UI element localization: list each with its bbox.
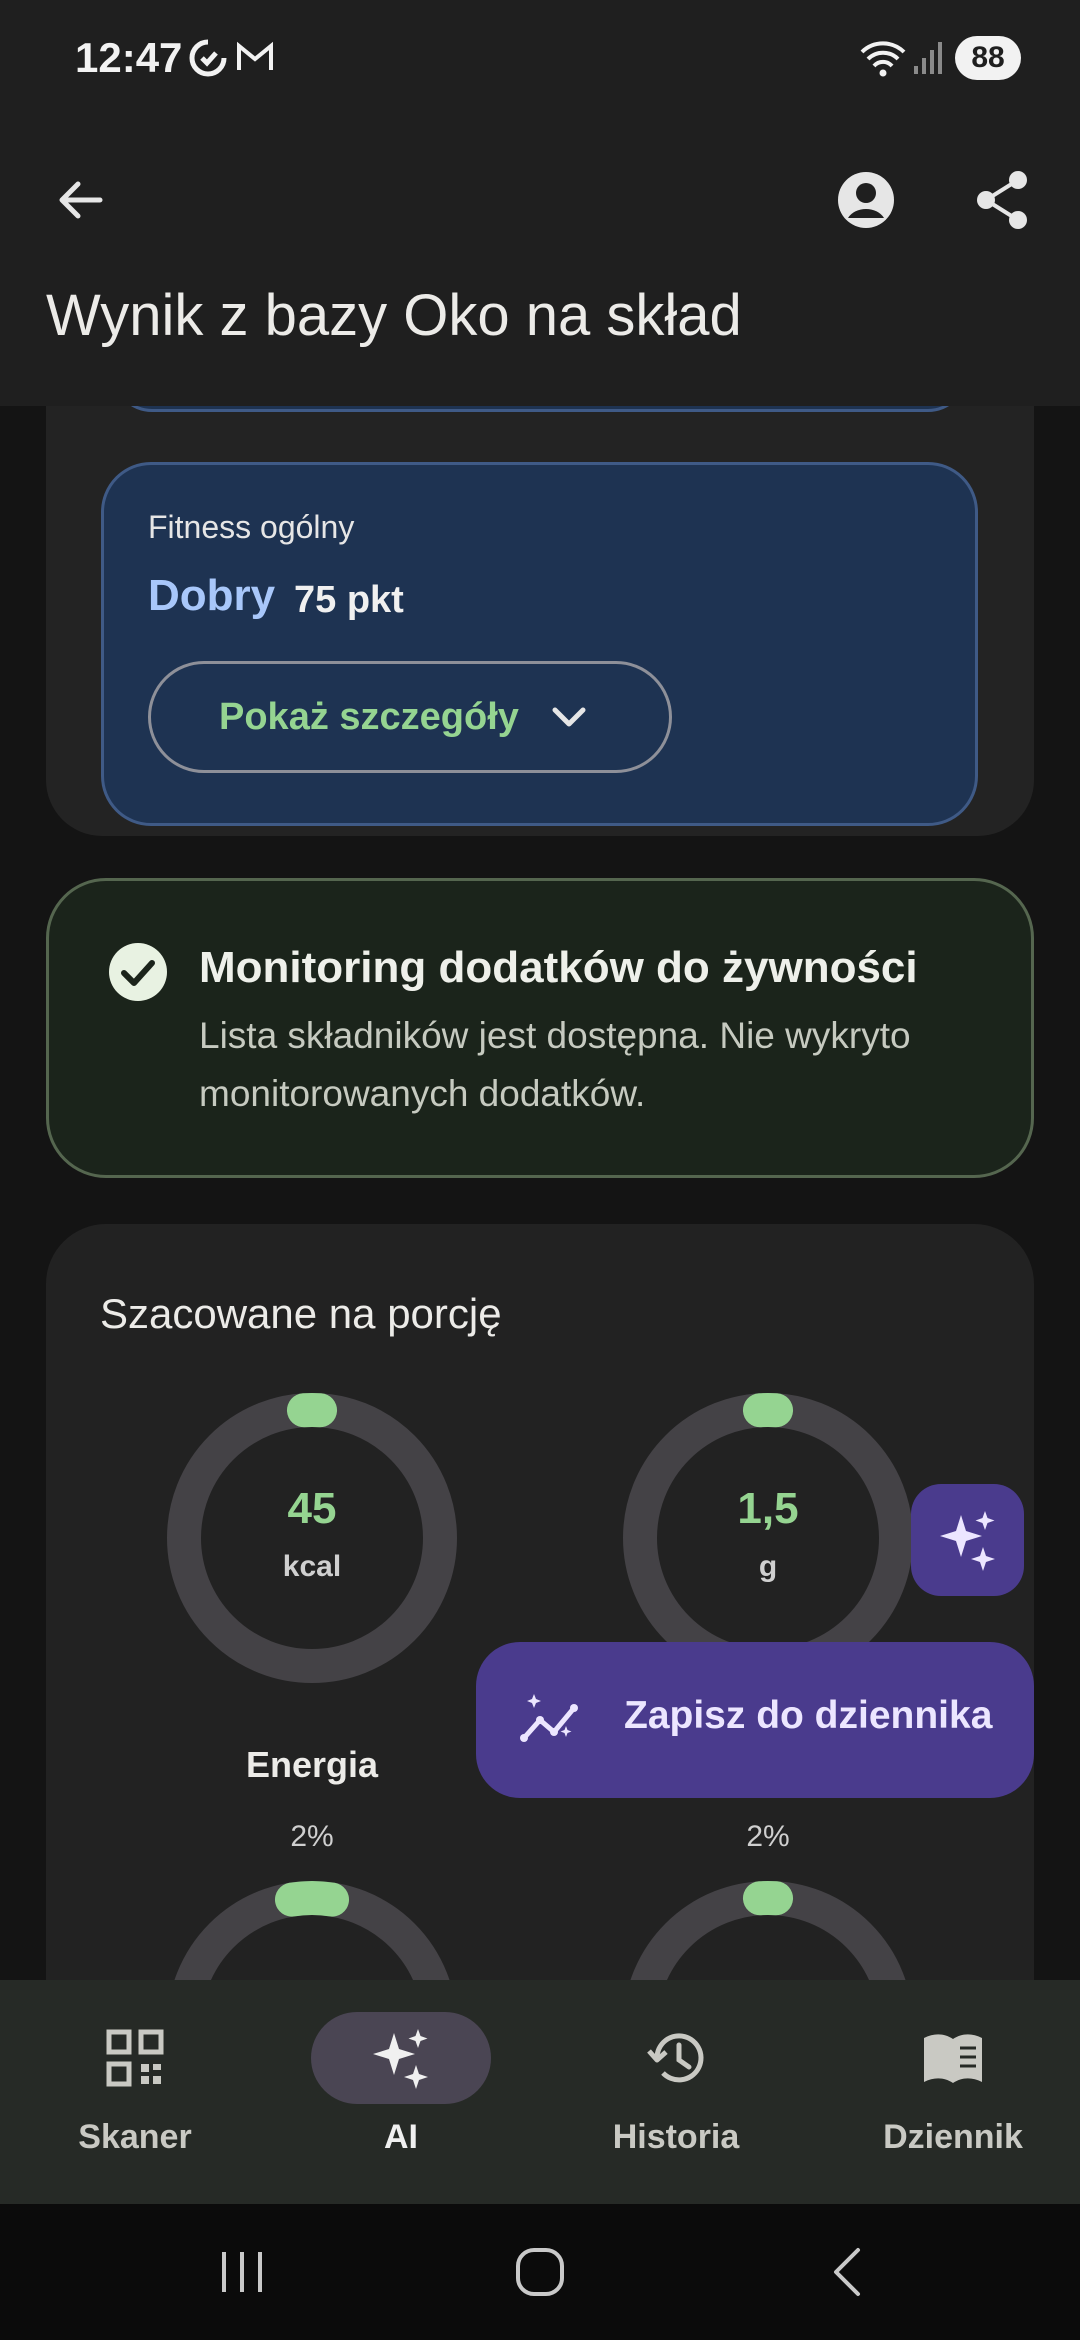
- energy-percent: 2%: [290, 1820, 334, 1853]
- sparkles-icon: [939, 1511, 995, 1571]
- gmail-icon: [236, 38, 274, 81]
- fitness-title: Fitness ogólny: [148, 509, 355, 545]
- back-button[interactable]: [30, 150, 130, 250]
- battery-indicator: 88: [955, 36, 1021, 80]
- bottom-navigation: Skaner AI Historia Dziennik: [0, 1980, 1080, 2204]
- energy-label: Energia: [245, 1744, 379, 1785]
- account-button[interactable]: [816, 150, 916, 250]
- energy-unit: kcal: [282, 1550, 342, 1583]
- nutrient-value: 1,5: [737, 1484, 799, 1533]
- nav-item-ai[interactable]: AI: [266, 1980, 536, 2204]
- back-nav-icon[interactable]: [820, 2244, 876, 2300]
- page-title: Wynik z bazy Oko na skład: [46, 283, 742, 348]
- energy-value: 45: [287, 1484, 337, 1533]
- share-button[interactable]: [952, 150, 1052, 250]
- share-icon: [977, 171, 1027, 229]
- book-icon: [924, 2034, 982, 2083]
- save-to-journal-button[interactable]: Zapisz do dziennika: [476, 1642, 1034, 1798]
- status-bar: 12:47 88: [0, 0, 1080, 120]
- fitness-score-card: Fitness ogólny Dobry 75 pkt Pokaż szczeg…: [101, 462, 978, 826]
- sparkles-icon: [373, 2029, 428, 2089]
- qr-scan-icon: [106, 2029, 164, 2087]
- energy-gauge: 45 kcal: [162, 1388, 462, 1688]
- score-section-card: Fitness ogólny Dobry 75 pkt Pokaż szczeg…: [46, 406, 1034, 836]
- gauge-fill-arc: [274, 1881, 350, 1917]
- ai-assist-button[interactable]: [911, 1484, 1024, 1596]
- nav-item-dziennik[interactable]: Dziennik: [818, 1980, 1080, 2204]
- nutrient-unit: g: [758, 1550, 778, 1583]
- fourth-gauge: [618, 1876, 918, 1980]
- status-time: 12:47: [75, 34, 183, 81]
- account-circle-icon: [838, 172, 894, 228]
- portion-title: Szacowane na porcję: [100, 1290, 502, 1337]
- recent-apps-icon[interactable]: [214, 2244, 270, 2300]
- nav-label-ai: AI: [384, 2118, 418, 2156]
- save-to-journal-label: Zapisz do dziennika: [624, 1694, 993, 1737]
- nav-label-historia: Historia: [612, 2118, 740, 2156]
- third-gauge: [162, 1876, 462, 1980]
- monitor-text: Lista składników jest dostępna. Nie wykr…: [199, 1015, 911, 1114]
- system-navigation-bar: [0, 2204, 1080, 2340]
- nutrient-percent: 2%: [746, 1820, 790, 1853]
- nav-item-skaner[interactable]: Skaner: [0, 1980, 270, 2204]
- arrow-back-icon: [59, 181, 103, 219]
- home-icon[interactable]: [512, 2244, 568, 2300]
- nav-label-dziennik: Dziennik: [883, 2118, 1023, 2156]
- show-details-button[interactable]: Pokaż szczegóły: [148, 661, 672, 773]
- nav-item-historia[interactable]: Historia: [541, 1980, 811, 2204]
- app-bar: Wynik z bazy Oko na skład: [0, 120, 1080, 406]
- wifi-icon: [858, 38, 908, 83]
- insights-icon: [520, 1694, 578, 1742]
- show-details-label: Pokaż szczegóły: [219, 695, 519, 738]
- history-icon: [647, 2033, 704, 2083]
- previous-score-card: [112, 406, 968, 412]
- check-circle-icon: [109, 943, 167, 1001]
- fitness-grade: Dobry: [148, 571, 276, 620]
- additives-monitor-card: Monitoring dodatków do żywności Lista sk…: [46, 878, 1034, 1178]
- signal-icon: [912, 38, 944, 83]
- nav-label-skaner: Skaner: [78, 2118, 192, 2156]
- sync-icon: [188, 38, 228, 83]
- chevron-down-icon: [552, 707, 586, 727]
- portion-estimate-card: Szacowane na porcję 45 kcal Energia 2% 1…: [46, 1224, 1034, 1980]
- monitor-title: Monitoring dodatków do żywności: [199, 943, 918, 992]
- fitness-points: 75 pkt: [294, 579, 404, 621]
